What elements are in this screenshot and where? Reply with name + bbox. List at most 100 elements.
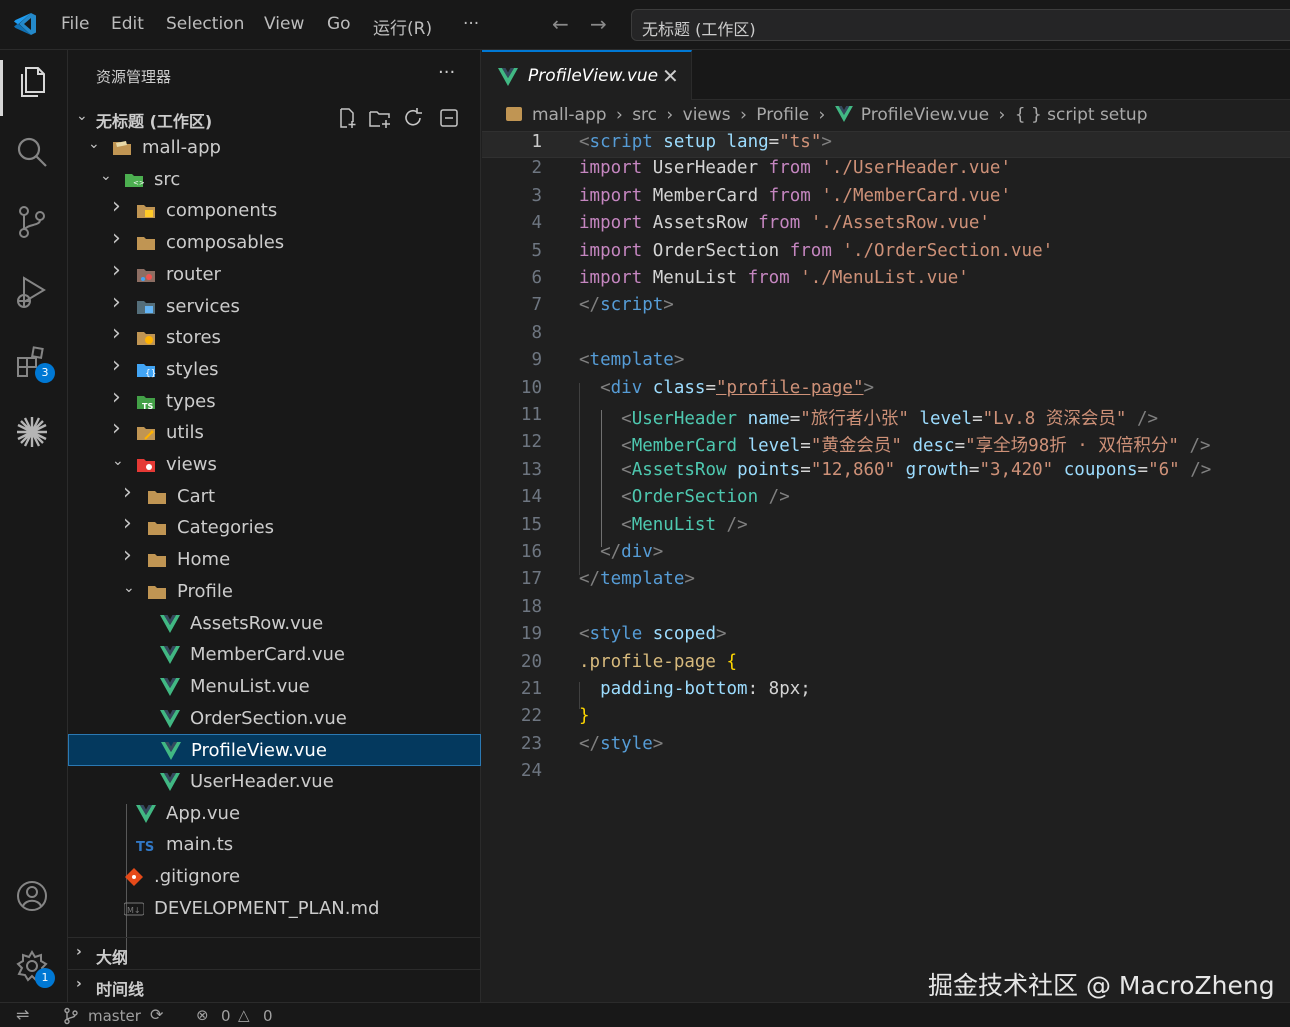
activity-bar: 3 1 — [0, 50, 68, 1002]
code-line[interactable]: 6 import MenuList from './MenuList.vue' — [482, 268, 1290, 295]
refresh-icon[interactable] — [402, 107, 424, 129]
tree-item[interactable]: › services — [68, 290, 481, 323]
tree-item[interactable]: UserHeader.vue — [68, 766, 481, 798]
tree-item[interactable]: › {} styles — [68, 353, 481, 386]
code-line[interactable]: 8 — [482, 323, 1290, 350]
close-icon[interactable]: ✕ — [662, 64, 679, 88]
remote-icon[interactable]: ⇌ — [16, 1005, 29, 1024]
explorer-more-button[interactable]: ··· — [438, 62, 455, 83]
code-line[interactable]: 23 </style> — [482, 734, 1290, 761]
new-file-icon[interactable] — [336, 107, 358, 129]
menu-view[interactable]: View — [264, 14, 304, 34]
code-line[interactable]: 16 </div> — [482, 542, 1290, 569]
code-line[interactable]: 13 <AssetsRow points="12,860" growth="3,… — [482, 460, 1290, 487]
tree-item[interactable]: ⌄ views — [68, 449, 481, 481]
tree-item[interactable]: › components — [68, 194, 481, 227]
tree-item[interactable]: OrderSection.vue — [68, 703, 481, 735]
account-icon[interactable] — [14, 878, 54, 918]
watermark: 掘金技术社区 @ MacroZheng — [928, 971, 1275, 1000]
tree-item[interactable]: › Home — [68, 543, 481, 576]
chevron-right-icon: › — [740, 105, 747, 125]
tree-item[interactable]: › TS types — [68, 385, 481, 418]
tree-item[interactable]: MenuList.vue — [68, 671, 481, 703]
menu-run[interactable]: 运行(R) — [373, 14, 432, 39]
explorer-icon[interactable] — [14, 64, 54, 104]
chevron-right-icon: › — [123, 511, 132, 537]
code-line[interactable]: 1 <script setup lang="ts"> — [482, 131, 1290, 158]
run-debug-icon[interactable] — [14, 274, 54, 314]
sync-icon[interactable]: ⟳ — [150, 1005, 163, 1024]
code-line[interactable]: 20 .profile-page { — [482, 652, 1290, 679]
code-line[interactable]: 12 <MemberCard level="黄金会员" desc="享全场98折… — [482, 432, 1290, 459]
error-count[interactable]: 0 — [221, 1007, 231, 1025]
code-line[interactable]: 22} — [482, 706, 1290, 733]
tree-item[interactable]: ProfileView.vue — [68, 734, 481, 767]
ai-sparkle-icon[interactable] — [14, 414, 54, 454]
outline-section[interactable]: › 大纲 — [68, 937, 481, 969]
chevron-down-icon: ⌄ — [112, 453, 124, 469]
menu-go[interactable]: Go — [327, 14, 351, 34]
vue-icon — [160, 773, 180, 791]
code-line[interactable]: 18 — [482, 597, 1290, 624]
menu-selection[interactable]: Selection — [166, 14, 244, 34]
forward-arrow-icon[interactable]: → — [590, 12, 607, 36]
menu-file[interactable]: File — [61, 14, 89, 34]
code-line[interactable]: 21 padding-bottom: 8px; — [482, 679, 1290, 706]
menu-more[interactable]: ··· — [463, 14, 479, 34]
code-line[interactable]: 17 </template> — [482, 569, 1290, 596]
code-line[interactable]: 5 import OrderSection from './OrderSectio… — [482, 241, 1290, 268]
timeline-section[interactable]: › 时间线 — [68, 969, 481, 1001]
search-icon[interactable] — [14, 134, 54, 174]
tree-item[interactable]: AssetsRow.vue — [68, 608, 481, 640]
code-line[interactable]: 3 import MemberCard from './MemberCard.vu… — [482, 186, 1290, 213]
breadcrumb-item[interactable]: views — [683, 105, 731, 125]
breadcrumb-item[interactable]: src — [632, 105, 657, 125]
tree-item[interactable]: › Categories — [68, 511, 481, 544]
menu-edit[interactable]: Edit — [111, 14, 144, 34]
tree-item[interactable]: App.vue — [68, 798, 481, 830]
code-line[interactable]: 2 import UserHeader from './UserHeader.vu… — [482, 158, 1290, 185]
tab-profileview[interactable]: ProfileView.vue ✕ — [482, 50, 692, 100]
code-line[interactable]: 19 <style scoped> — [482, 624, 1290, 651]
code-line[interactable]: 11 <UserHeader name="旅行者小张" level="Lv.8 … — [482, 405, 1290, 432]
new-folder-icon[interactable] — [368, 107, 392, 129]
tree-item[interactable]: ⌄ Profile — [68, 576, 481, 608]
tree-item[interactable]: .gitignore — [68, 861, 481, 893]
line-number: 18 — [520, 596, 542, 617]
views-folder-icon — [136, 456, 156, 474]
workspace-header[interactable]: ⌄ 无标题 (工作区) — [68, 104, 481, 134]
branch-name[interactable]: master — [88, 1007, 141, 1025]
tree-item[interactable]: › router — [68, 258, 481, 291]
breadcrumb-item[interactable]: Profile — [756, 105, 809, 125]
error-icon[interactable]: ⊗ — [196, 1006, 209, 1024]
tree-item[interactable]: ⌄ <> src — [68, 164, 481, 196]
tree-item[interactable]: › composables — [68, 226, 481, 259]
tree-item[interactable]: MemberCard.vue — [68, 639, 481, 671]
tree-item[interactable]: M↓ DEVELOPMENT_PLAN.md — [68, 893, 481, 925]
command-center-label: 无标题 (工作区) — [642, 20, 756, 39]
warning-icon[interactable]: △ — [238, 1006, 250, 1024]
chevron-right-icon: › — [998, 105, 1006, 125]
tree-item[interactable]: › Cart — [68, 480, 481, 513]
source-control-icon[interactable] — [14, 204, 54, 244]
chevron-down-icon: ⌄ — [100, 167, 112, 184]
tree-item[interactable]: TS main.ts — [68, 829, 481, 861]
code-line[interactable]: 14 <OrderSection /> — [482, 487, 1290, 514]
code-line[interactable]: 7 </script> — [482, 295, 1290, 322]
code-line[interactable]: 24 — [482, 761, 1290, 788]
tree-item[interactable]: › stores — [68, 321, 481, 354]
code-line[interactable]: 4 import AssetsRow from './AssetsRow.vue' — [482, 213, 1290, 240]
tree-item[interactable]: › utils — [68, 416, 481, 449]
breadcrumb-item[interactable]: ProfileView.vue — [861, 105, 989, 125]
command-center[interactable]: 无标题 (工作区) — [631, 9, 1290, 41]
code-line[interactable]: 10 <div class="profile-page"> — [482, 378, 1290, 405]
back-arrow-icon[interactable]: ← — [552, 12, 569, 36]
breadcrumb-item[interactable]: { } script setup — [1015, 105, 1148, 125]
warning-count[interactable]: 0 — [263, 1007, 273, 1025]
code-line[interactable]: 15 <MenuList /> — [482, 515, 1290, 542]
code-line[interactable]: 9 <template> — [482, 350, 1290, 377]
breadcrumb-item[interactable]: mall-app — [532, 105, 607, 125]
tree-item[interactable]: ⌄ mall-app — [68, 132, 481, 164]
collapse-all-icon[interactable] — [438, 107, 460, 129]
vscode-logo-icon[interactable] — [12, 11, 38, 37]
